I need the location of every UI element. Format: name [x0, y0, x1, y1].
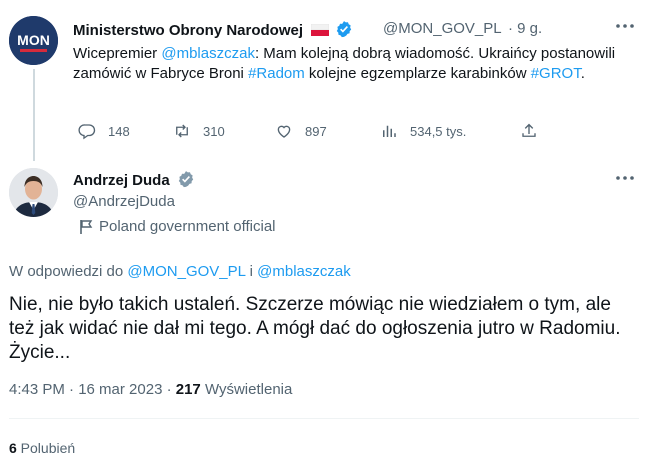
views-button[interactable]: 534,5 tys. [380, 121, 466, 141]
like-icon [277, 125, 291, 138]
tweet2-handle[interactable]: @AndrzejDuda [73, 193, 175, 210]
like-button[interactable]: 897 [275, 121, 327, 141]
grey-verified-badge-icon [178, 171, 194, 188]
more-options-button[interactable] [613, 14, 637, 38]
mon-logo-text: MON [17, 32, 50, 48]
tweet1-text-segment: Wicepremier [73, 45, 162, 62]
government-label: Poland government official [79, 218, 276, 235]
author-name-text[interactable]: Andrzej Duda [73, 172, 170, 189]
tweet-meta: 4:43 PM · 16 mar 2023 · 217 Wyświetlenia [9, 381, 292, 398]
divider [9, 418, 639, 419]
mon-avatar[interactable]: MON [9, 16, 58, 65]
tweet2-text: Nie, nie było takich ustaleń. Szczerze m… [9, 294, 621, 363]
like-count: 897 [305, 123, 327, 139]
more-icon [616, 176, 634, 180]
reply-button[interactable]: 148 [78, 121, 130, 141]
government-label-text: Poland government official [99, 218, 276, 235]
tweet1-text: Wicepremier @mblaszczak: Mam kolejną dob… [73, 44, 633, 84]
share-button[interactable] [520, 121, 538, 141]
thread-line [33, 69, 35, 161]
retweet-icon [176, 124, 188, 138]
tweet1-link[interactable]: #GROT [531, 65, 581, 82]
retweet-count: 310 [203, 123, 225, 139]
reply-mention-mblaszczak[interactable]: @mblaszczak [257, 263, 351, 280]
government-flag-icon [80, 219, 93, 234]
tweet2-author-name[interactable]: Andrzej Duda [73, 170, 195, 189]
reply-mention-mon[interactable]: @MON_GOV_PL [127, 263, 245, 280]
views-label: Wyświetlenia [200, 381, 293, 398]
views-icon [383, 125, 396, 137]
more-options-button[interactable] [613, 166, 637, 190]
share-icon [522, 123, 536, 137]
tweet1-time[interactable]: · 9 g. [508, 20, 542, 37]
views-count: 534,5 tys. [410, 123, 467, 139]
tweet1-link[interactable]: #Radom [248, 65, 305, 82]
verified-badge-icon [337, 21, 352, 38]
reply-icon [78, 124, 96, 140]
likes-summary[interactable]: 6 Polubień [9, 440, 75, 456]
profile-photo [9, 168, 58, 217]
more-icon [616, 24, 634, 28]
poland-flag-icon [310, 23, 330, 36]
reply-context: W odpowiedzi do @MON_GOV_PL i @mblaszcza… [9, 263, 351, 280]
retweet-button[interactable]: 310 [173, 121, 225, 141]
timestamp[interactable]: 4:43 PM · 16 mar 2023 · [9, 381, 176, 398]
duda-avatar[interactable] [9, 168, 58, 217]
tweet1-handle[interactable]: @MON_GOV_PL [383, 20, 502, 37]
views-count: 217 [175, 381, 201, 398]
mon-logo: MON [9, 16, 58, 65]
likes-count: 6 [9, 440, 17, 456]
reply-count: 148 [108, 123, 130, 139]
tweet1-text-segment: kolejne egzemplarze karabinków [304, 65, 531, 82]
tweet1-link[interactable]: @mblaszczak [161, 45, 255, 62]
reply-and: i [245, 263, 258, 280]
tweet1-text-segment: . [580, 65, 585, 82]
likes-label: Polubień [16, 440, 76, 456]
tweet1-author-name[interactable]: Ministerstwo Obrony Narodowej [73, 20, 353, 39]
author-name-text[interactable]: Ministerstwo Obrony Narodowej [73, 22, 303, 39]
reply-prefix: W odpowiedzi do [9, 263, 128, 280]
